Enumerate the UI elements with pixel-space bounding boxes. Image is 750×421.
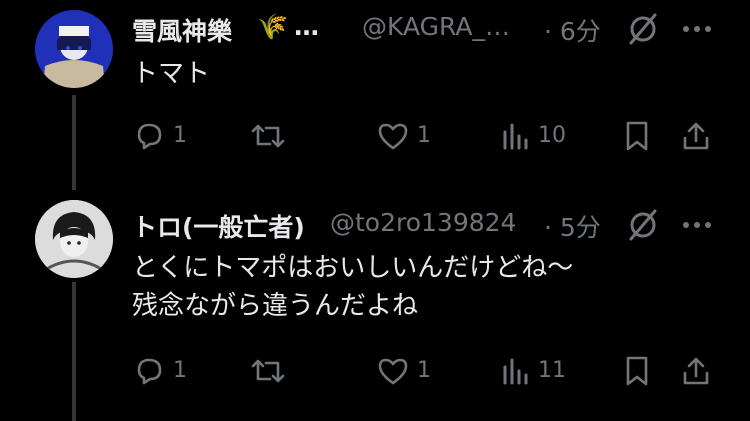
share-icon[interactable] [680,120,712,152]
repost-icon[interactable] [250,120,286,152]
reply-icon[interactable] [133,120,165,152]
thread-line [72,95,76,190]
post-text-line: 残念ながら違うんだよね [132,291,419,321]
handle[interactable]: @to2ro139824 [330,208,516,237]
post-text-line: とくにトマポはおいしいんだけどね〜 [132,253,574,283]
reply-icon[interactable] [133,355,165,387]
avatar[interactable] [35,10,113,88]
display-name[interactable]: 雪風神樂 [132,12,232,48]
handle[interactable]: @KAGRA_… [362,12,510,41]
name-ellipsis: … [294,12,319,41]
like-count: 1 [417,358,431,383]
like-count: 1 [417,123,431,148]
avatar[interactable] [35,200,113,278]
like-icon[interactable] [376,120,410,152]
grok-icon[interactable] [626,12,660,46]
views-icon[interactable] [500,120,530,152]
bookmark-icon[interactable] [623,120,651,152]
timestamp[interactable]: · 6分 [544,12,601,48]
timestamp[interactable]: · 5分 [544,208,601,244]
name-emoji: 🌾 [257,12,289,41]
thread-line [72,282,76,421]
reply-count: 1 [173,358,187,383]
post-text-line: トマト [132,59,211,89]
more-icon[interactable] [682,24,712,34]
grok-icon[interactable] [626,208,660,242]
views-count: 11 [538,358,566,383]
bookmark-icon[interactable] [623,355,651,387]
views-icon[interactable] [500,355,530,387]
display-name[interactable]: トロ(一般亡者) [132,208,305,244]
reply-count: 1 [173,123,187,148]
share-icon[interactable] [680,355,712,387]
more-icon[interactable] [682,220,712,230]
like-icon[interactable] [376,355,410,387]
views-count: 10 [538,123,566,148]
repost-icon[interactable] [250,355,286,387]
